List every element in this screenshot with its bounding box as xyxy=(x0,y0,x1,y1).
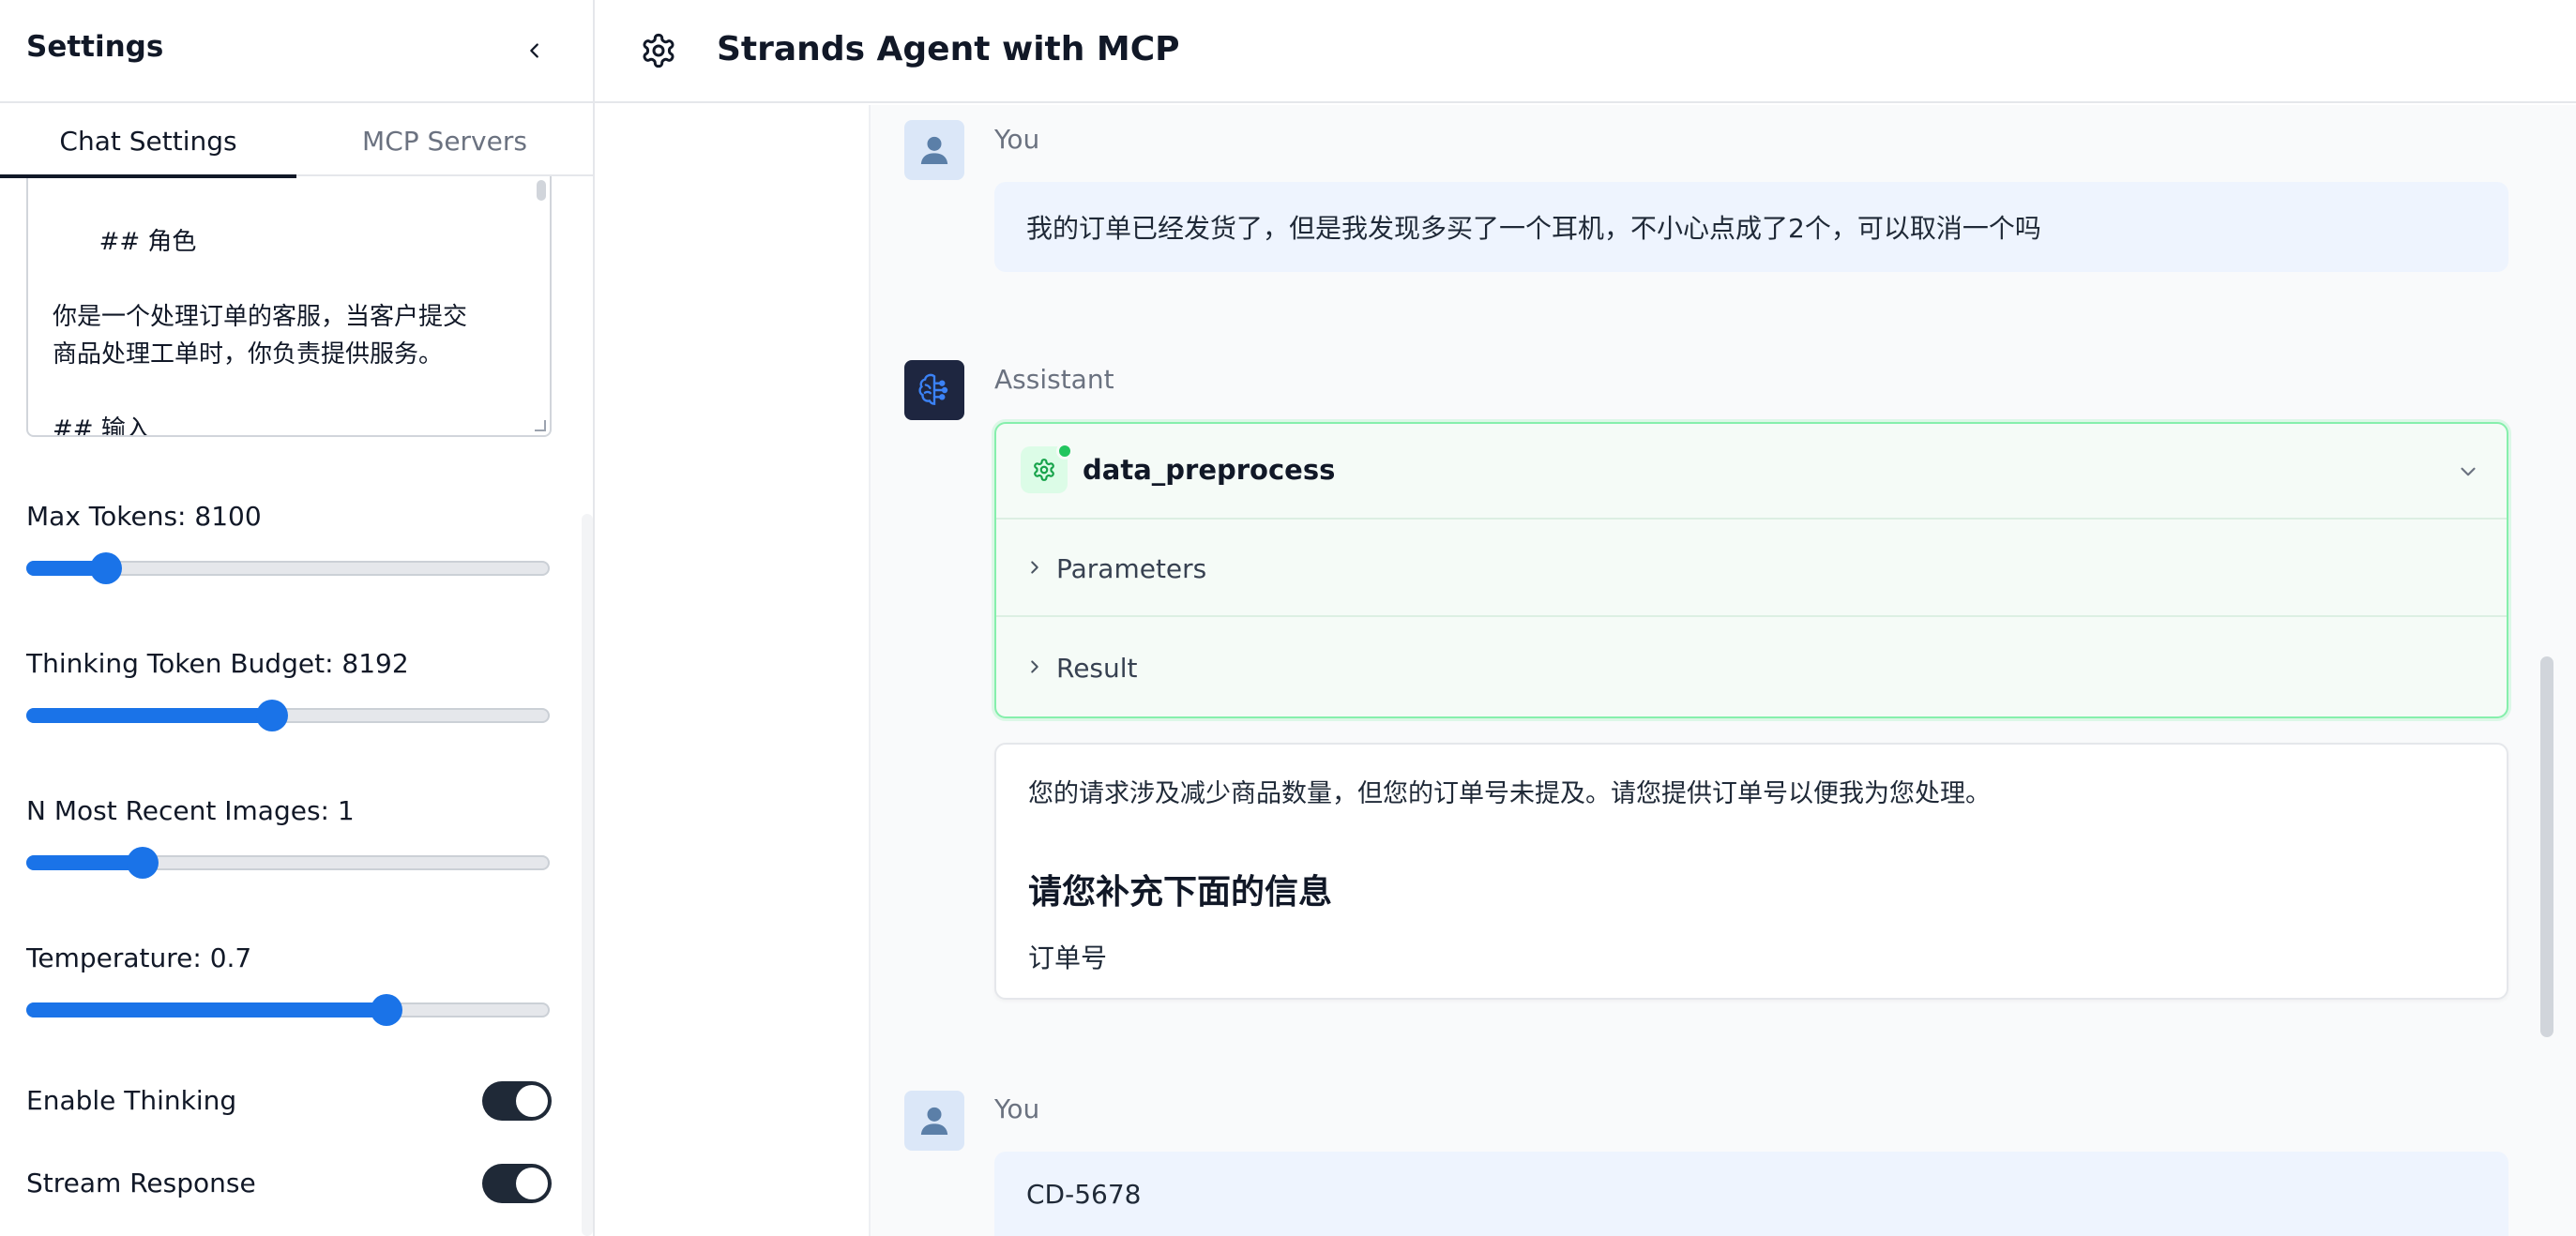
user-avatar xyxy=(904,120,964,180)
brain-circuit-icon xyxy=(918,373,948,405)
tool-parameters-label: Parameters xyxy=(1056,553,1207,584)
slider-fill xyxy=(26,1002,386,1017)
chevron-left-icon xyxy=(530,43,538,58)
stream-response-toggle[interactable] xyxy=(482,1164,552,1203)
assistant-message-text: 您的请求涉及减少商品数量，但您的订单号未提及。请您提供订单号以便我为您处理。 xyxy=(1028,779,1991,808)
tool-parameters-toggle[interactable]: Parameters xyxy=(996,520,2507,617)
thinking-budget-slider[interactable] xyxy=(26,700,550,731)
sidebar-tabs: Chat Settings MCP Servers xyxy=(0,105,593,178)
system-prompt-text: ## 角色 你是一个处理订单的客服，当客户提交 商品处理工单时，你负责提供服务。… xyxy=(53,228,468,437)
collapse-sidebar-button[interactable] xyxy=(518,34,552,68)
prompt-scrollbar[interactable] xyxy=(537,180,546,201)
sidebar-scrollbar[interactable] xyxy=(582,514,593,1236)
sidebar-header: Settings xyxy=(0,0,593,103)
tool-name: data_preprocess xyxy=(1083,454,1336,486)
assistant-message-heading: 请您补充下面的信息 xyxy=(1028,873,1333,912)
recent-images-label: N Most Recent Images: 1 xyxy=(26,795,355,826)
system-prompt-textarea[interactable]: ## 角色 你是一个处理订单的客服，当客户提交 商品处理工单时，你负责提供服务。… xyxy=(26,141,552,437)
tool-call-card: data_preprocess Parameters Result xyxy=(994,422,2508,718)
slider-thumb[interactable] xyxy=(90,552,123,584)
chat-scrollbar[interactable] xyxy=(2540,656,2553,1037)
user-message-text: CD-5678 xyxy=(1026,1178,1142,1210)
tool-result-toggle[interactable]: Result xyxy=(996,619,2507,716)
tool-result-label: Result xyxy=(1056,653,1138,684)
slider-thumb[interactable] xyxy=(126,847,159,879)
resize-handle-icon[interactable] xyxy=(535,420,546,431)
temperature-label: Temperature: 0.7 xyxy=(26,942,252,973)
user-icon xyxy=(920,136,948,164)
user-message-text: 我的订单已经发货了，但是我发现多买了一个耳机，不小心点成了2个，可以取消一个吗 xyxy=(1026,213,2041,244)
toggle-knob xyxy=(516,1168,548,1199)
slider-thumb[interactable] xyxy=(371,994,403,1026)
gear-icon xyxy=(1034,459,1054,481)
gear-icon[interactable] xyxy=(640,32,677,69)
tab-mcp-servers[interactable]: MCP Servers xyxy=(296,105,593,176)
page-title: Strands Agent with MCP xyxy=(717,30,1180,68)
tool-call-header[interactable]: data_preprocess xyxy=(996,424,2507,520)
user-icon xyxy=(920,1107,948,1135)
chevron-right-icon xyxy=(1031,660,1038,673)
tab-chat-settings[interactable]: Chat Settings xyxy=(0,105,296,178)
enable-thinking-toggle[interactable] xyxy=(482,1081,552,1121)
thinking-budget-label: Thinking Token Budget: 8192 xyxy=(26,648,409,679)
app-header: Strands Agent with MCP xyxy=(595,0,2576,103)
slider-fill xyxy=(26,708,271,723)
max-tokens-slider[interactable] xyxy=(26,552,550,584)
toggle-knob xyxy=(516,1085,548,1117)
user-message-bubble: 我的订单已经发货了，但是我发现多买了一个耳机，不小心点成了2个，可以取消一个吗 xyxy=(994,182,2508,272)
message-role: Assistant xyxy=(994,364,1114,395)
max-tokens-label: Max Tokens: 8100 xyxy=(26,501,262,532)
stream-response-label: Stream Response xyxy=(26,1168,256,1198)
user-message-bubble: CD-5678 xyxy=(994,1152,2508,1236)
assistant-avatar xyxy=(904,360,964,420)
app: Settings ## 角色 你是一个处理订单的客服，当客户提交 商品处理工单时… xyxy=(0,0,2576,1236)
slider-thumb[interactable] xyxy=(256,700,289,731)
assistant-message-field: 订单号 xyxy=(1028,942,1108,973)
message-role: You xyxy=(994,124,1040,155)
slider-fill xyxy=(26,855,141,870)
recent-images-slider[interactable] xyxy=(26,847,550,879)
tool-status-dot xyxy=(1056,443,1073,460)
sidebar-title: Settings xyxy=(26,30,164,64)
user-avatar xyxy=(904,1091,964,1151)
chevron-right-icon xyxy=(1031,561,1038,574)
assistant-message-card: 您的请求涉及减少商品数量，但您的订单号未提及。请您提供订单号以便我为您处理。 请… xyxy=(994,743,2508,1000)
message-role: You xyxy=(994,1093,1040,1124)
temperature-slider[interactable] xyxy=(26,994,550,1026)
enable-thinking-label: Enable Thinking xyxy=(26,1085,237,1116)
settings-sidebar: Settings ## 角色 你是一个处理订单的客服，当客户提交 商品处理工单时… xyxy=(0,0,595,1236)
chevron-down-icon[interactable] xyxy=(2456,460,2480,484)
